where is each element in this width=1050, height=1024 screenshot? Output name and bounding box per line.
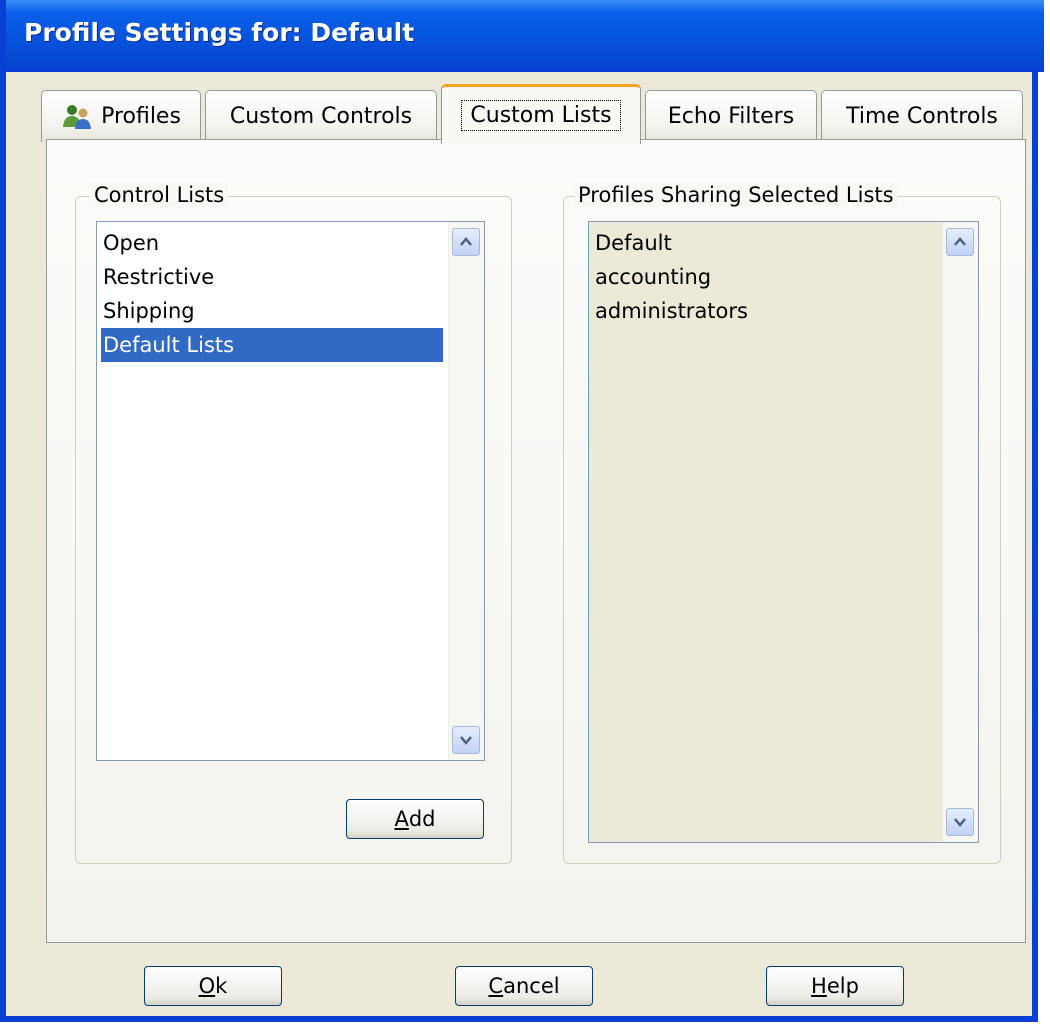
- profiles-sharing-group: Profiles Sharing Selected Lists Default …: [563, 183, 1001, 864]
- list-item[interactable]: administrators: [593, 294, 748, 328]
- tab-echo-filters[interactable]: Echo Filters: [645, 90, 817, 142]
- list-item[interactable]: Shipping: [101, 294, 443, 328]
- dialog-window: Profile Settings for: Default Profiles C…: [0, 0, 1044, 1022]
- help-button-mnemonic: H: [811, 974, 827, 998]
- tab-custom-lists[interactable]: Custom Lists: [441, 84, 641, 144]
- control-lists-legend: Control Lists: [90, 183, 229, 207]
- list-item-selected[interactable]: Default Lists: [101, 328, 443, 362]
- help-button[interactable]: Help: [766, 966, 904, 1006]
- tab-custom-lists-label: Custom Lists: [461, 100, 621, 131]
- tab-profiles-label: Profiles: [101, 104, 181, 129]
- cancel-button-label: ancel: [503, 974, 560, 998]
- tab-time-controls-label: Time Controls: [846, 104, 998, 129]
- tab-echo-filters-label: Echo Filters: [667, 104, 795, 129]
- ok-button-label: k: [215, 974, 228, 998]
- ok-button-mnemonic: O: [198, 974, 216, 998]
- scroll-down-button[interactable]: [452, 726, 480, 754]
- profiles-sharing-listbox[interactable]: Default accounting administrators: [588, 221, 979, 843]
- tab-profiles[interactable]: Profiles: [41, 90, 201, 142]
- profiles-icon: [61, 103, 93, 131]
- scroll-up-button[interactable]: [946, 228, 974, 256]
- add-button-mnemonic: A: [394, 807, 409, 831]
- list-item[interactable]: accounting: [593, 260, 711, 294]
- scroll-down-button[interactable]: [946, 808, 974, 836]
- tab-custom-controls[interactable]: Custom Controls: [205, 90, 437, 142]
- ok-button[interactable]: Ok: [144, 966, 282, 1006]
- list-item[interactable]: Restrictive: [101, 260, 443, 294]
- window-title: Profile Settings for: Default: [24, 18, 415, 47]
- list-item[interactable]: Default: [593, 226, 672, 260]
- cancel-button[interactable]: Cancel: [455, 966, 593, 1006]
- control-lists-scrollbar[interactable]: [448, 222, 484, 760]
- tab-panel: Control Lists Open Restrictive Shipping …: [46, 139, 1026, 943]
- control-lists-listbox[interactable]: Open Restrictive Shipping Default Lists: [96, 221, 485, 761]
- title-bar[interactable]: Profile Settings for: Default: [6, 0, 1044, 72]
- tab-custom-controls-label: Custom Controls: [229, 104, 413, 129]
- list-item[interactable]: Open: [101, 226, 443, 260]
- add-button-label: dd: [408, 807, 436, 831]
- profiles-sharing-scrollbar[interactable]: [942, 222, 978, 842]
- cancel-button-mnemonic: C: [488, 974, 504, 998]
- scroll-up-button[interactable]: [452, 228, 480, 256]
- profiles-sharing-legend: Profiles Sharing Selected Lists: [574, 183, 898, 207]
- help-button-label: elp: [826, 974, 859, 998]
- control-lists-group: Control Lists Open Restrictive Shipping …: [75, 183, 512, 864]
- tab-time-controls[interactable]: Time Controls: [821, 90, 1023, 142]
- add-button[interactable]: Add: [346, 799, 484, 839]
